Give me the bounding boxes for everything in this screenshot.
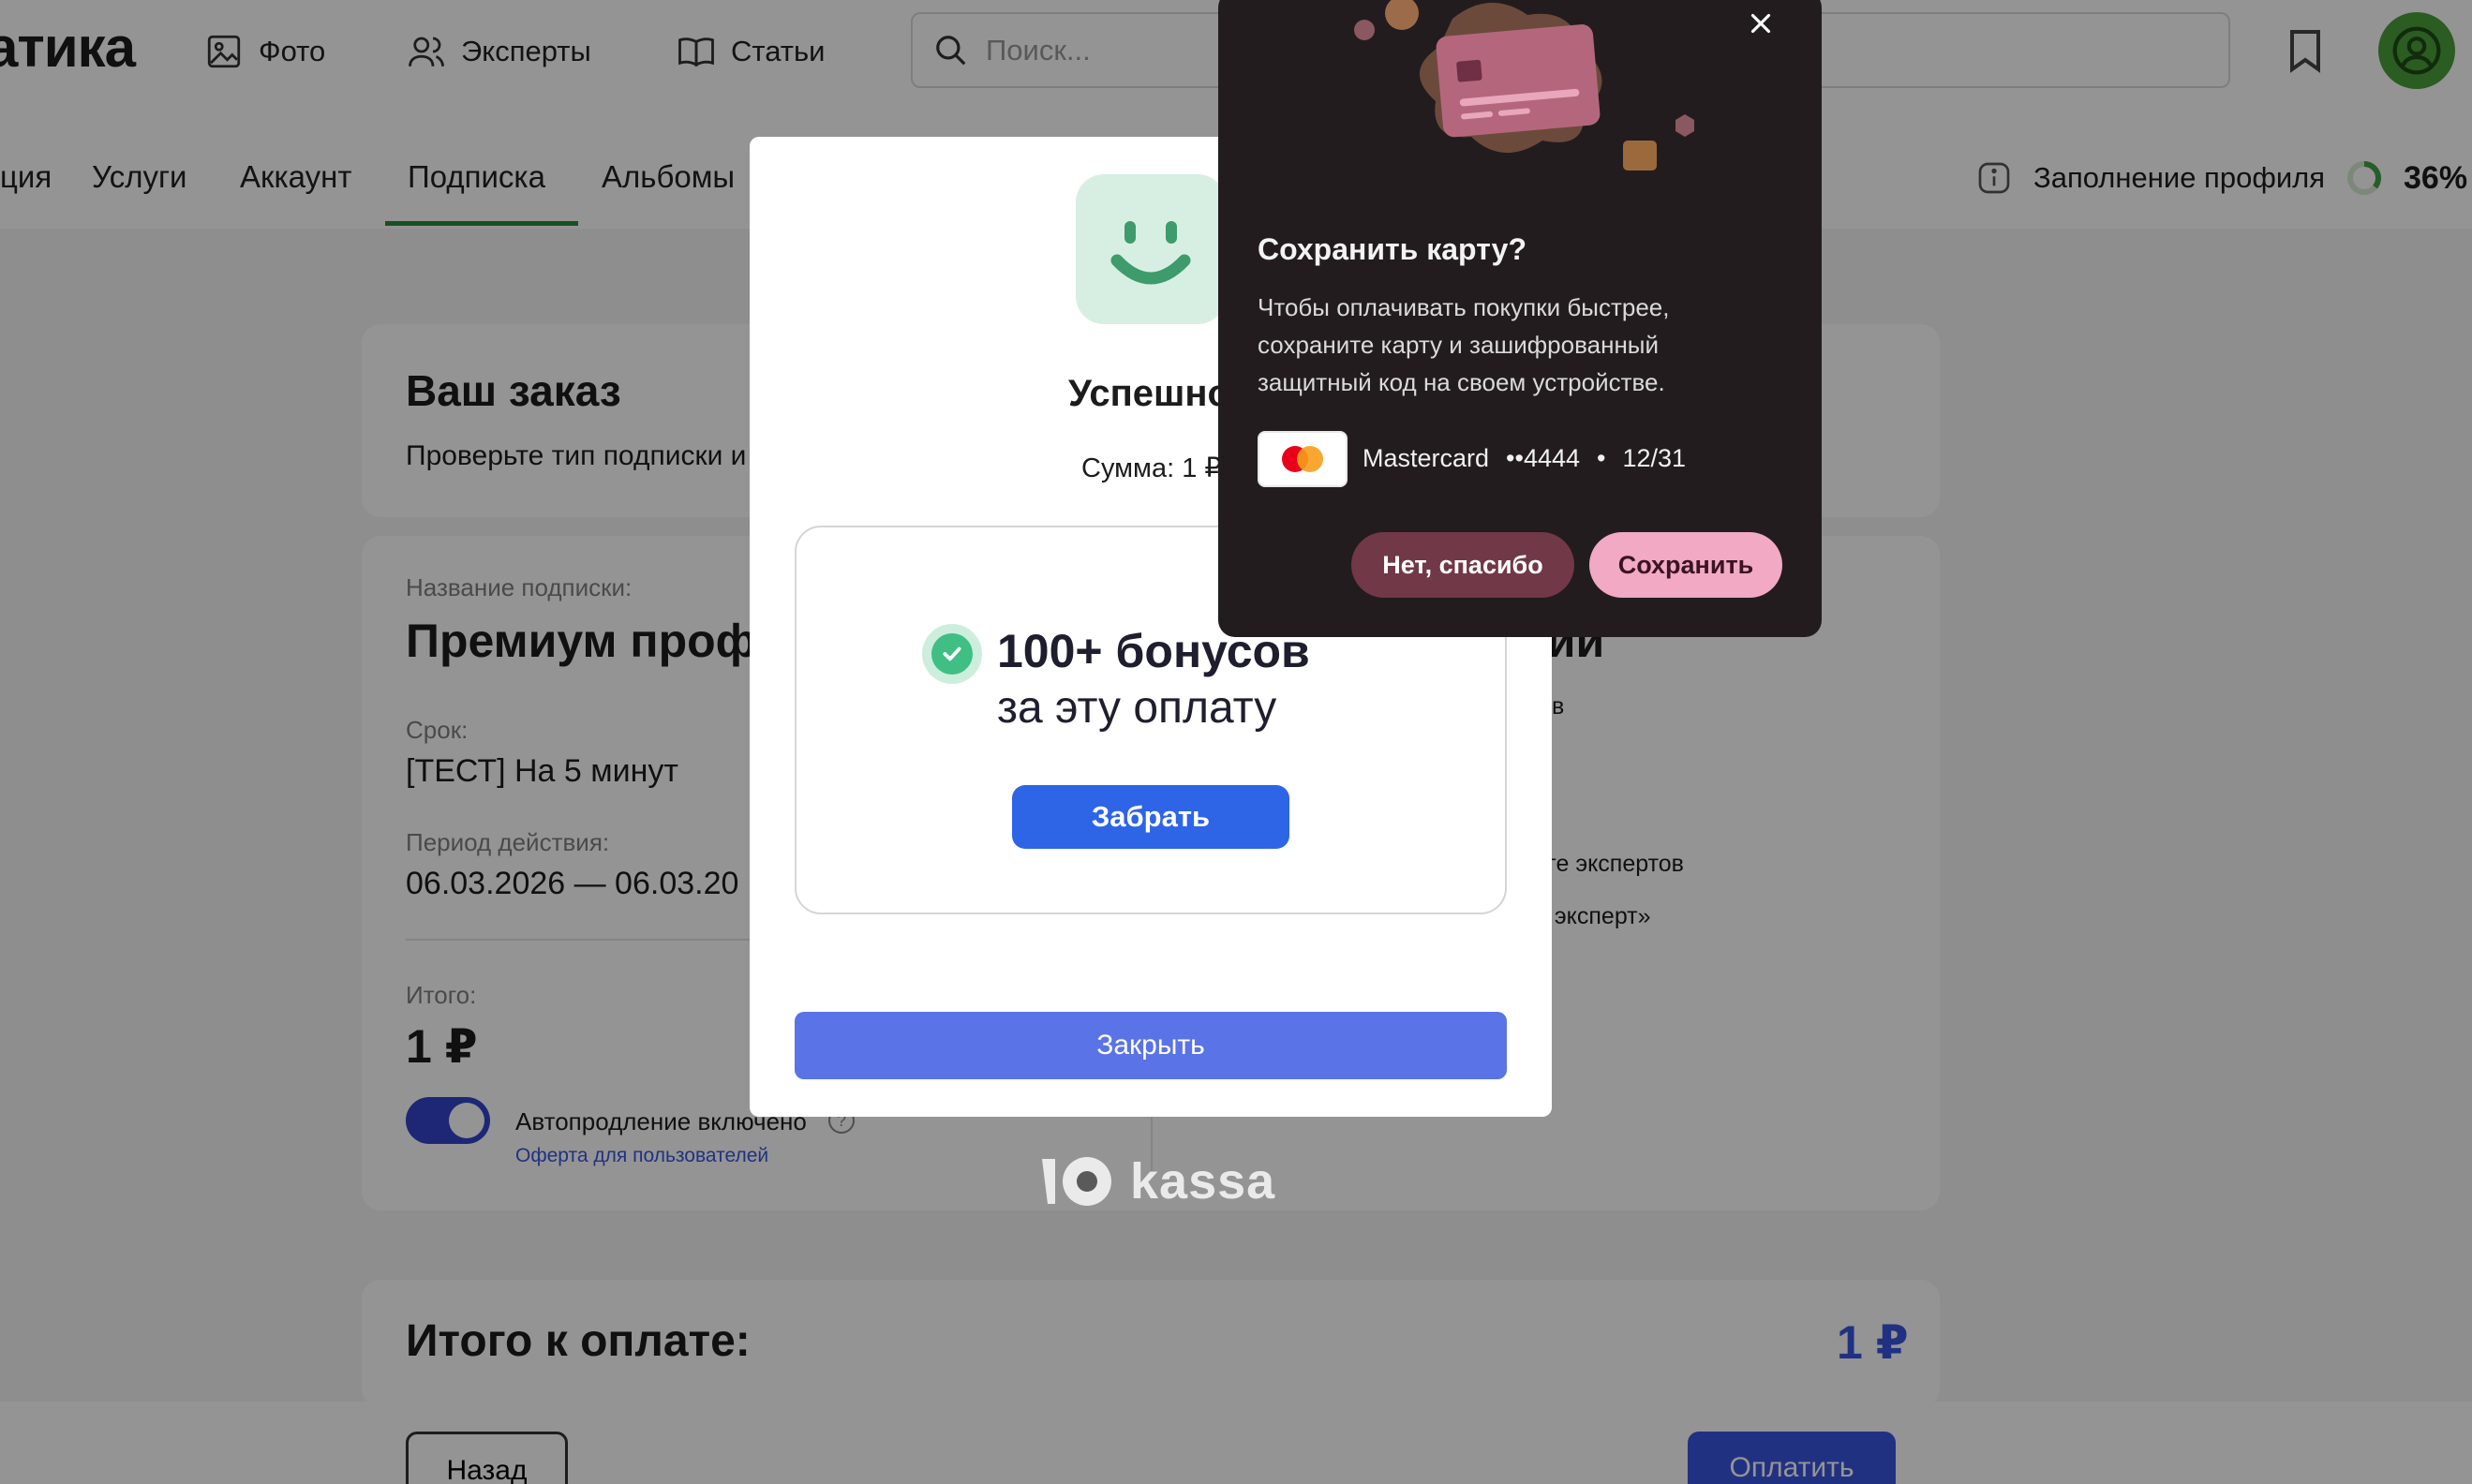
card-illustration-icon bbox=[1354, 0, 1694, 171]
success-sum: Сумма: 1 ₽ bbox=[1081, 453, 1222, 483]
decline-save-button[interactable]: Нет, спасибо bbox=[1351, 532, 1574, 598]
mastercard-icon bbox=[1282, 446, 1323, 472]
success-title: Успешно bbox=[1068, 373, 1230, 414]
close-icon[interactable] bbox=[1745, 7, 1777, 39]
kassa-wordmark: kassa bbox=[1130, 1153, 1276, 1209]
yookassa-mark-icon bbox=[1042, 1157, 1111, 1206]
card-separator: • bbox=[1597, 444, 1606, 472]
card-expiry: 12/31 bbox=[1622, 444, 1687, 472]
check-icon bbox=[922, 624, 982, 684]
mastercard-logo bbox=[1258, 431, 1348, 487]
save-card-title: Сохранить карту? bbox=[1258, 232, 1526, 266]
smile-face-icon bbox=[1110, 221, 1191, 285]
card-number: ••4444 bbox=[1506, 444, 1581, 472]
take-bonus-button[interactable]: Забрать bbox=[1012, 785, 1289, 849]
check-circle bbox=[931, 633, 973, 675]
smile-icon bbox=[1076, 174, 1226, 324]
bonus-subtitle: за эту оплату bbox=[997, 683, 1277, 733]
card-info: Mastercard ••4444 • 12/31 bbox=[1363, 444, 1686, 473]
save-card-button[interactable]: Сохранить bbox=[1589, 532, 1782, 598]
close-modal-button[interactable]: Закрыть bbox=[795, 1012, 1507, 1079]
yookassa-logo: kassa bbox=[1038, 1152, 1275, 1210]
checkmark-icon bbox=[943, 646, 961, 661]
save-card-text: Чтобы оплачивать покупки быстрее, сохран… bbox=[1258, 293, 1670, 396]
card-brand: Mastercard bbox=[1363, 444, 1490, 472]
page: атика Фото Эксперты Статьи ция Услуги Ак bbox=[0, 0, 2472, 1484]
